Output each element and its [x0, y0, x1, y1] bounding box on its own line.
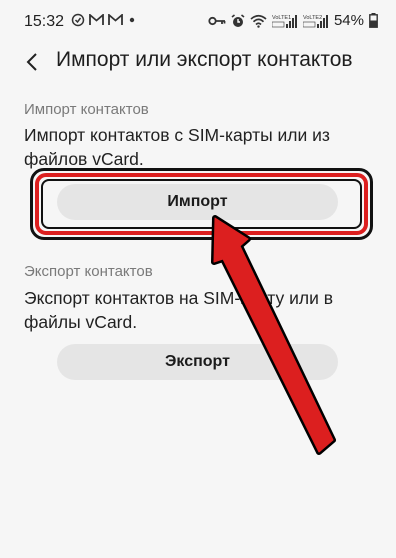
status-bar: 15:32 VoLTE1 VoLTE2 54% — [0, 0, 396, 44]
sync-icon — [71, 13, 85, 27]
status-time: 15:32 — [24, 13, 65, 30]
dot-icon — [129, 17, 135, 23]
back-arrow-icon[interactable] — [22, 50, 44, 74]
alarm-icon — [231, 13, 245, 27]
signal-volte-lte1-icon: VoLTE1 — [271, 14, 297, 28]
key-icon — [208, 16, 226, 25]
export-section-heading: Экспорт контактов — [24, 263, 153, 280]
battery-icon — [369, 13, 378, 28]
import-description: Импорт контактов с SIM-карты или из файл… — [24, 125, 330, 169]
svg-text:VoLTE2: VoLTE2 — [303, 15, 322, 21]
wifi-icon — [250, 14, 267, 28]
gmail-icon — [89, 14, 104, 25]
battery-percent: 54% — [333, 12, 364, 29]
import-section-heading: Импорт контактов — [24, 101, 149, 118]
signal-volte-lte2-icon: VoLTE2 — [302, 14, 328, 28]
import-button[interactable]: Импорт — [57, 184, 338, 220]
svg-text:VoLTE1: VoLTE1 — [272, 15, 291, 21]
app-bar: Импорт или экспорт контактов — [0, 42, 396, 82]
export-description: Экспорт контактов на SIM-карту или в фай… — [24, 288, 334, 332]
export-button[interactable]: Экспорт — [57, 344, 338, 380]
gmail-icon — [108, 14, 123, 25]
page-title: Импорт или экспорт контактов — [56, 48, 353, 71]
